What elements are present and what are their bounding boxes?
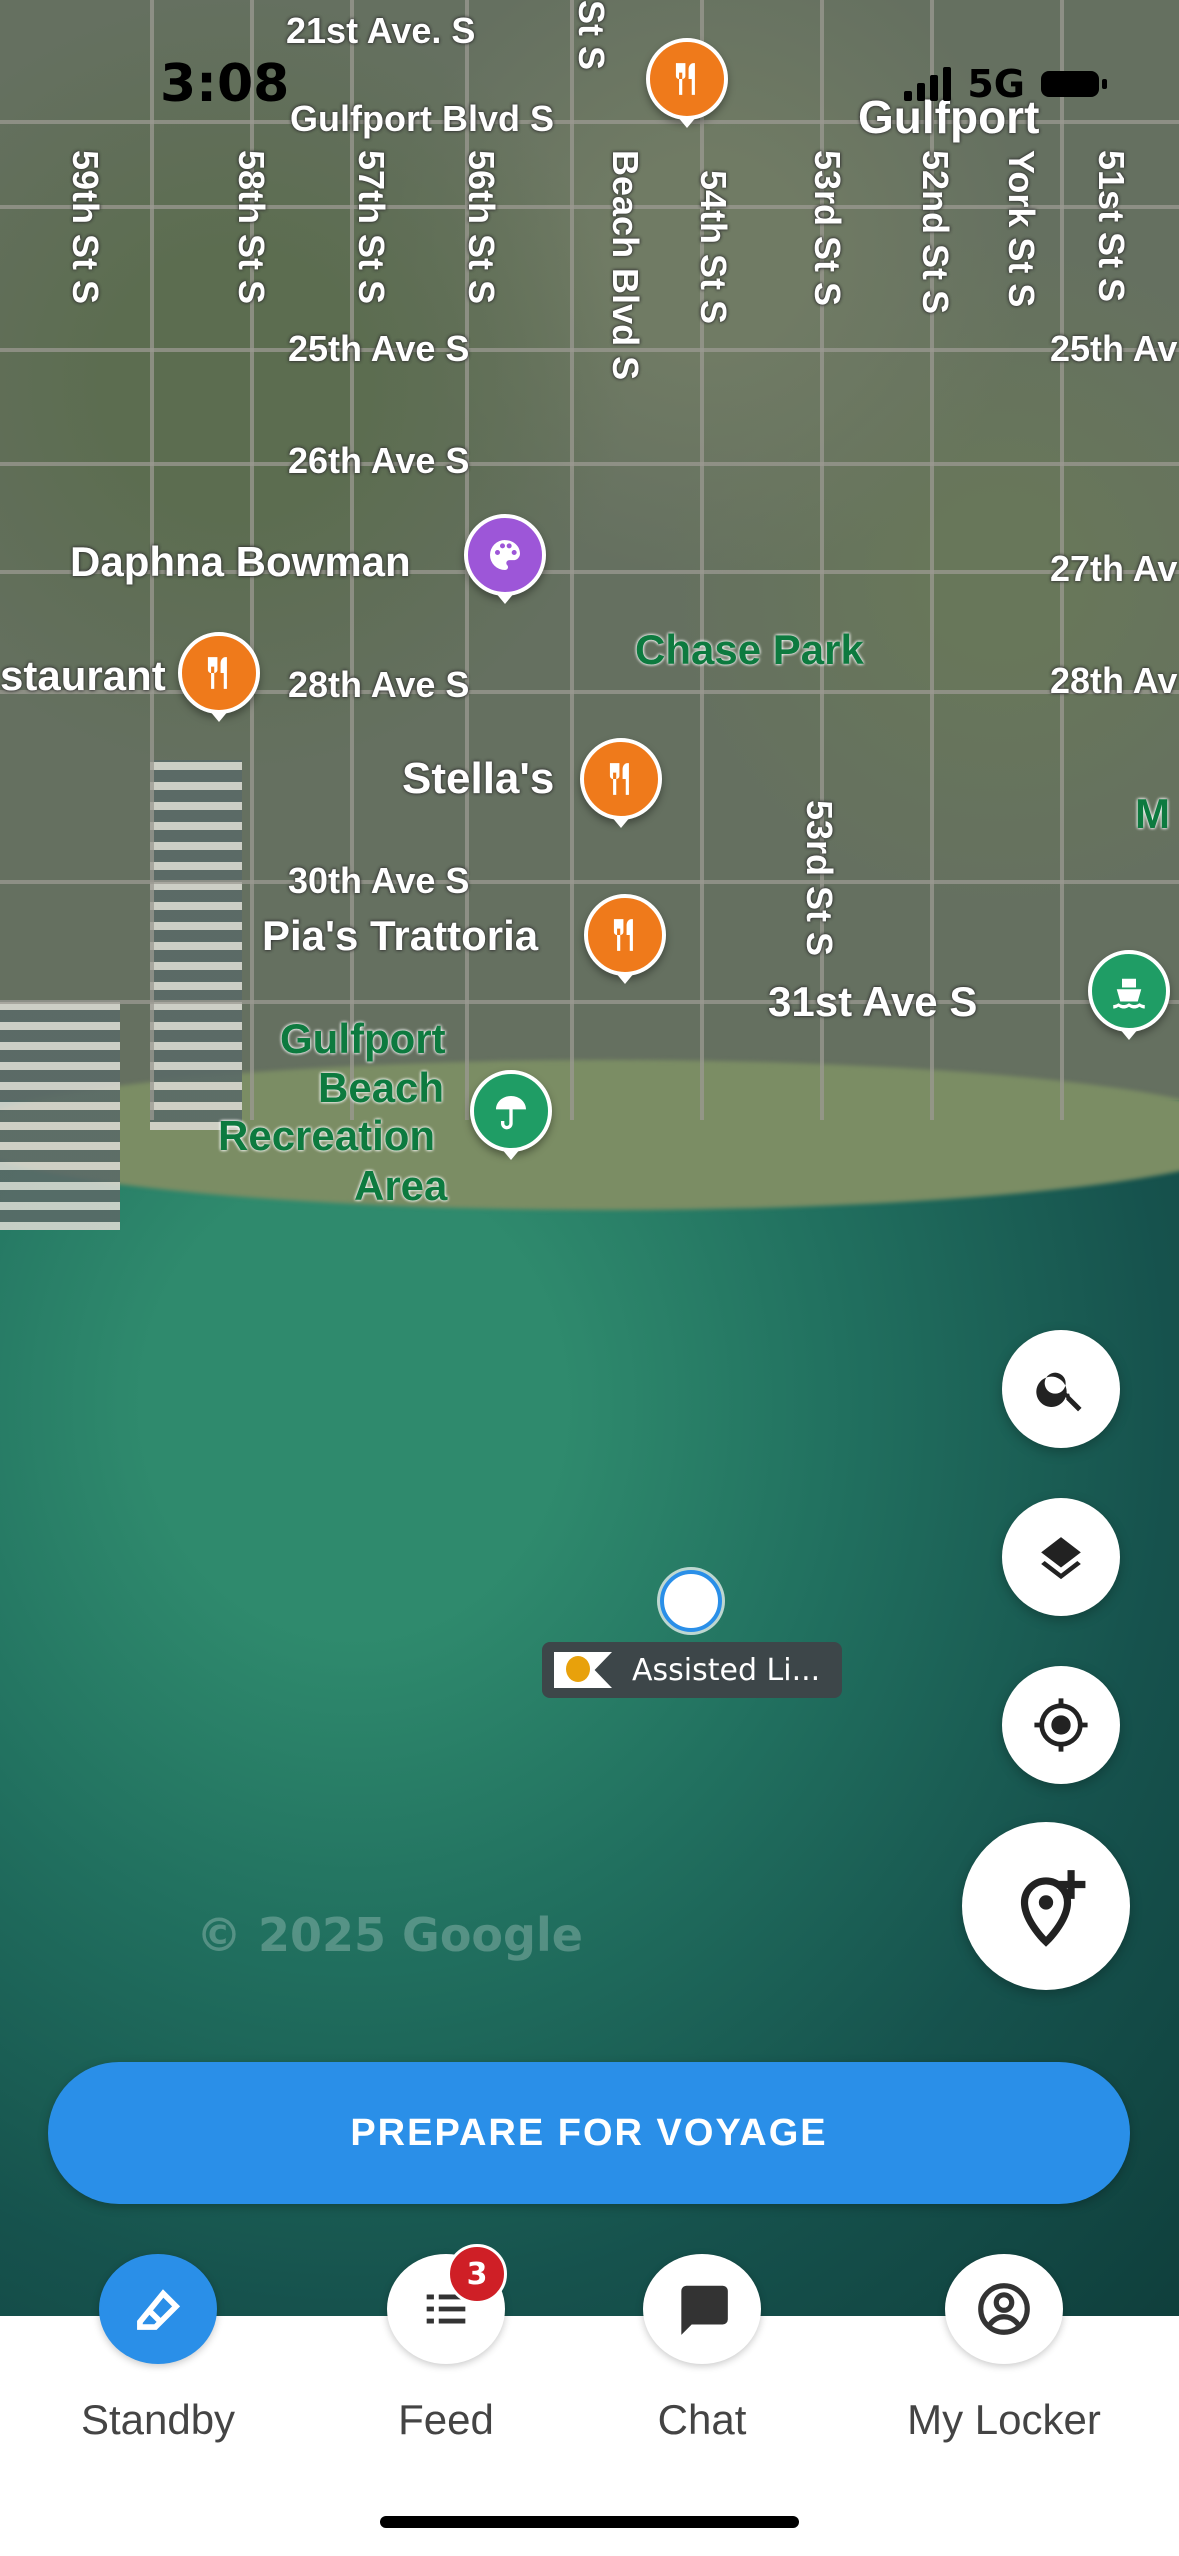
battery-icon (1041, 71, 1107, 97)
map-label: Chase Park (635, 626, 864, 673)
map-label: Gulfport (280, 1015, 446, 1062)
fork-knife-icon (609, 763, 629, 795)
vessel-tag[interactable]: Assisted Li... (542, 1642, 842, 1698)
map-label: Area (354, 1162, 448, 1209)
road (0, 462, 1179, 466)
network-label: 5G (967, 62, 1025, 106)
nav-my-locker[interactable]: My Locker (884, 2254, 1124, 2444)
map-label: Daphna Bowman (70, 538, 411, 585)
nav-feed[interactable]: 3 Feed (326, 2244, 566, 2444)
map-label: 54th St S (693, 170, 734, 325)
user-location-dot[interactable] (660, 1570, 722, 1632)
nav-label: My Locker (907, 2396, 1101, 2443)
map-label: 56th St S (461, 150, 502, 305)
map-label: 31st Ave S (768, 978, 978, 1025)
map-label: 53rd St S (799, 800, 840, 957)
add-location-icon (1020, 1870, 1086, 1947)
map-label: Recreation (218, 1112, 436, 1159)
map-label: Beach (318, 1064, 445, 1111)
standby-button[interactable] (99, 2254, 217, 2364)
status-icons: 5G (904, 62, 1107, 106)
locate-button[interactable] (1002, 1666, 1120, 1784)
account-circle-icon (978, 2283, 1030, 2335)
restaurant-pin[interactable] (178, 632, 260, 714)
map-label: 52nd St S (915, 150, 956, 315)
art-pin[interactable] (464, 514, 546, 596)
map-label: 27th Av (1050, 548, 1178, 589)
nav-standby[interactable]: Standby (38, 2254, 278, 2444)
yacht-club-flag-icon (554, 1652, 612, 1688)
map-label: 53rd St S (807, 150, 848, 307)
map-label: Pia's Trattoria (262, 912, 539, 959)
marina-docks (0, 1000, 120, 1230)
map-label: 25th Av (1050, 328, 1178, 369)
restaurant-pin[interactable] (580, 738, 662, 820)
map-label: 58th St S (231, 150, 272, 305)
ship-icon (1113, 978, 1145, 1009)
nav-label: Chat (657, 2396, 747, 2443)
map-label: St S (571, 0, 612, 71)
road (0, 348, 1179, 352)
feed-badge: 3 (447, 2244, 507, 2304)
restaurant-pin[interactable] (646, 38, 728, 120)
map-label: Beach Blvd S (605, 150, 646, 381)
layers-button[interactable] (1002, 1498, 1120, 1616)
chat-button[interactable] (643, 2254, 761, 2364)
map-copyright: © 2025 Google (196, 1908, 583, 1962)
fork-knife-icon (675, 63, 695, 95)
boat-launch-pin[interactable] (1088, 950, 1170, 1032)
search-icon (1036, 1372, 1082, 1412)
vessel-name: Assisted Li... (632, 1652, 821, 1688)
road (0, 1000, 1179, 1004)
map-label: Stella's (402, 754, 555, 803)
map-label: 57th St S (351, 150, 392, 305)
restaurant-pin[interactable] (584, 894, 666, 976)
map-label: York St S (1001, 150, 1042, 308)
target-icon (1034, 1698, 1088, 1752)
status-time: 3:08 (160, 54, 290, 114)
my-locker-button[interactable] (945, 2254, 1063, 2364)
road (570, 0, 574, 1120)
chat-icon (681, 2285, 728, 2335)
map-label: 21st Ave. S (286, 10, 476, 51)
road (700, 0, 704, 1120)
fork-knife-icon (613, 919, 633, 951)
marina-docks (150, 760, 242, 1130)
map-label: 28th Av (1050, 660, 1178, 701)
home-indicator[interactable] (380, 2516, 799, 2528)
signal-icon (904, 67, 952, 101)
layers-icon (1041, 1537, 1081, 1580)
nav-chat[interactable]: Chat (582, 2254, 822, 2444)
boat-icon (137, 2289, 181, 2330)
road (0, 690, 1179, 694)
map-label: 28th Ave S (288, 664, 470, 705)
palette-icon (490, 540, 520, 570)
map-label: M (1135, 790, 1170, 837)
nav-label: Feed (398, 2396, 494, 2443)
fork-knife-icon (207, 657, 227, 689)
map-label: staurant (0, 652, 166, 699)
search-button[interactable] (1002, 1330, 1120, 1448)
map-label: Gulfport Blvd S (290, 98, 554, 139)
map-label: 26th Ave S (288, 440, 470, 481)
umbrella-icon (496, 1096, 526, 1130)
map-label: 25th Ave S (288, 328, 470, 369)
feed-button[interactable]: 3 (387, 2244, 507, 2364)
map-label: 30th Ave S (288, 860, 470, 901)
prepare-voyage-button[interactable]: PREPARE FOR VOYAGE (48, 2062, 1130, 2204)
beach-pin[interactable] (470, 1070, 552, 1152)
road (0, 880, 1179, 884)
add-location-button[interactable] (962, 1822, 1130, 1990)
map-label: 59th St S (65, 150, 106, 305)
nav-label: Standby (80, 2396, 236, 2443)
map-label: 51st St S (1091, 150, 1132, 303)
